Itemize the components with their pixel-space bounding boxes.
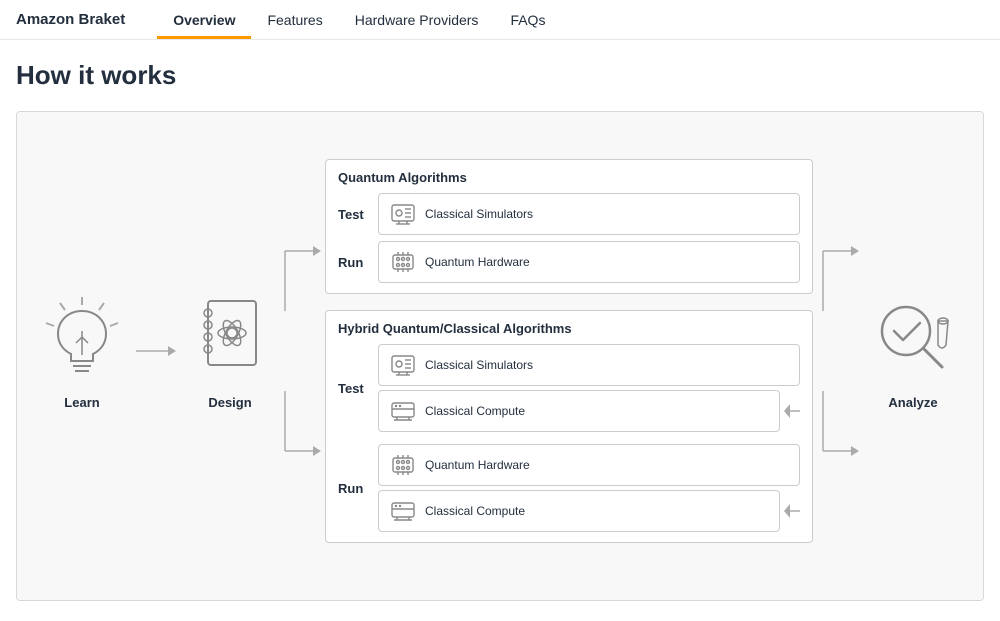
quantum-hw-icon (389, 248, 417, 276)
hybrid-test-items: Classical Simulators (378, 344, 800, 432)
hybrid-classical-compute-run: Classical Compute (378, 490, 780, 532)
qa-classical-simulators: Classical Simulators (378, 193, 800, 235)
hybrid-quantum-hw-icon (389, 451, 417, 479)
design-step: Design (185, 293, 275, 410)
hybrid-classical-simulators: Classical Simulators (378, 344, 800, 386)
qa-rows: Test (338, 193, 800, 283)
diagram-container: Learn (16, 111, 984, 601)
classical-compute-icon-2 (389, 497, 417, 525)
classical-sim-icon (389, 200, 417, 228)
hybrid-rows: Test (338, 344, 800, 532)
analyze-label: Analyze (888, 395, 937, 410)
classical-compute-icon-1 (389, 397, 417, 425)
learn-step: Learn (37, 293, 127, 410)
hybrid-quantum-hardware: Quantum Hardware (378, 444, 800, 486)
hybrid-classical-compute-run-row: Classical Compute (378, 490, 800, 532)
page-title: How it works (16, 60, 984, 91)
learn-icon (42, 293, 122, 383)
hybrid-classical-compute-run-label: Classical Compute (425, 504, 525, 518)
diagram-layout: Learn (37, 136, 963, 566)
top-nav: Amazon Braket Overview Features Hardware… (0, 0, 1000, 40)
qa-run-row: Run (338, 241, 800, 283)
brand-name: Amazon Braket (16, 11, 125, 28)
arrows-middle-analyze (813, 136, 863, 566)
hybrid-run-row: Run (338, 444, 800, 532)
hybrid-algorithms-title: Hybrid Quantum/Classical Algorithms (338, 321, 800, 336)
analyze-icon (868, 293, 958, 383)
nav-features[interactable]: Features (251, 2, 338, 38)
nav-links: Overview Features Hardware Providers FAQ… (157, 2, 561, 38)
qa-quantum-hardware-label: Quantum Hardware (425, 255, 530, 269)
hybrid-classical-compute-test: Classical Compute (378, 390, 780, 432)
hybrid-quantum-hardware-label: Quantum Hardware (425, 458, 530, 472)
hybrid-algorithms-box: Hybrid Quantum/Classical Algorithms Test (325, 310, 813, 543)
nav-hardware-providers[interactable]: Hardware Providers (339, 2, 495, 38)
design-icon (190, 293, 270, 383)
analyze-step: Analyze (863, 293, 963, 410)
qa-test-row: Test (338, 193, 800, 235)
qa-classical-simulators-label: Classical Simulators (425, 207, 533, 221)
nav-overview[interactable]: Overview (157, 2, 251, 38)
middle-section: Quantum Algorithms Test (325, 159, 813, 543)
feedback-arrow-run (784, 504, 800, 518)
arrow-learn-design (131, 341, 181, 361)
quantum-algorithms-title: Quantum Algorithms (338, 170, 800, 185)
hybrid-classical-compute-test-row: Classical Compute (378, 390, 800, 432)
qa-quantum-hardware: Quantum Hardware (378, 241, 800, 283)
design-label: Design (208, 395, 251, 410)
page-content: How it works (0, 40, 1000, 621)
hybrid-classical-sim-icon (389, 351, 417, 379)
feedback-arrow-test (784, 404, 800, 418)
hybrid-run-label: Run (338, 481, 368, 496)
learn-label: Learn (64, 395, 99, 410)
arrows-design-middle (275, 136, 325, 566)
qa-test-label: Test (338, 207, 368, 222)
quantum-algorithms-box: Quantum Algorithms Test (325, 159, 813, 294)
hybrid-test-row: Test (338, 344, 800, 432)
hybrid-test-label: Test (338, 381, 368, 396)
qa-run-label: Run (338, 255, 368, 270)
nav-faqs[interactable]: FAQs (494, 2, 561, 38)
hybrid-run-items: Quantum Hardware (378, 444, 800, 532)
hybrid-classical-simulators-label: Classical Simulators (425, 358, 533, 372)
hybrid-classical-compute-test-label: Classical Compute (425, 404, 525, 418)
